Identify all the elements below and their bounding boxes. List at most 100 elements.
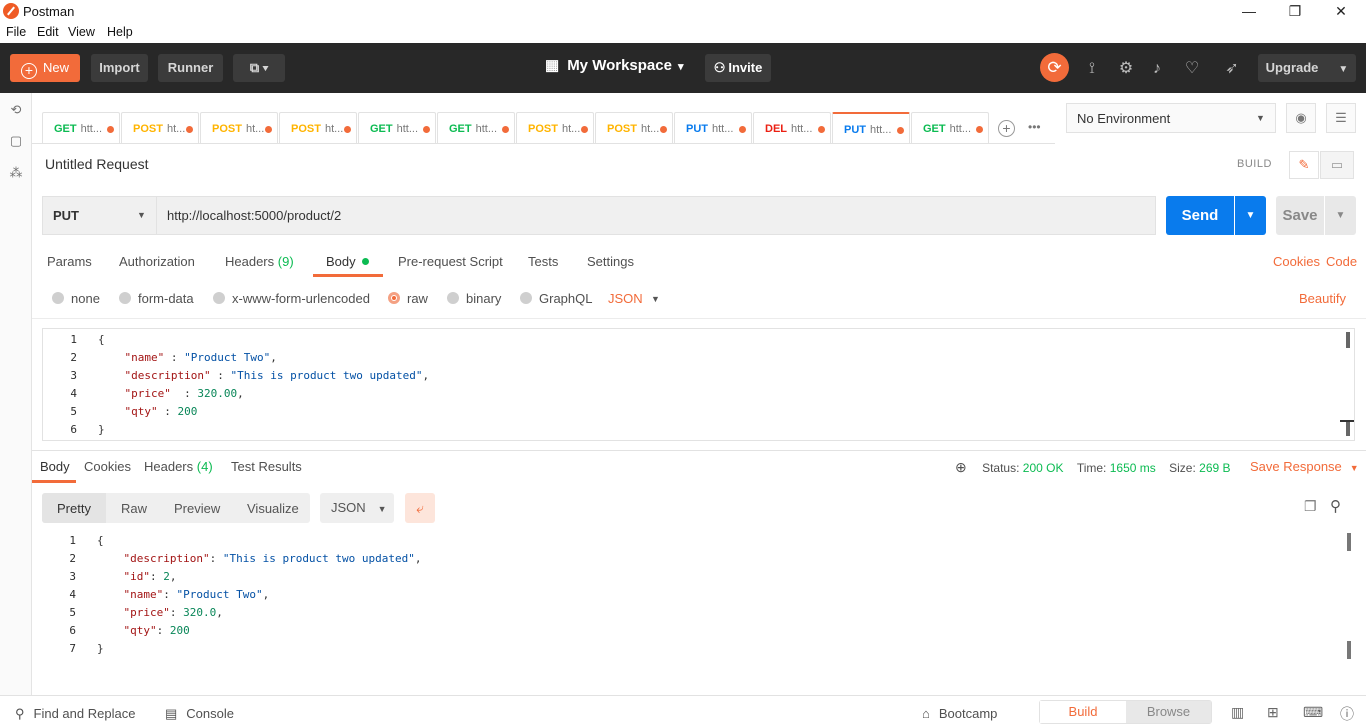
response-divider[interactable]: [32, 450, 1366, 451]
request-tab[interactable]: POST ht...: [279, 112, 357, 144]
beautify-link[interactable]: Beautify: [1299, 291, 1346, 306]
new-window-button[interactable]: ⧉ ▾: [233, 54, 285, 82]
line-number: 3: [70, 369, 77, 382]
tab-body[interactable]: Body: [326, 254, 369, 269]
split-view-icon[interactable]: ⊞: [1267, 704, 1279, 721]
tab-headers[interactable]: Headers (9): [225, 254, 294, 269]
invite-button[interactable]: ⚇ Invite: [705, 54, 771, 82]
status-bar: ⚲ Find and Replace ▤ Console ⌂ Bootcamp Bui…: [0, 695, 1366, 728]
response-type-select[interactable]: JSON ▼: [320, 493, 394, 523]
scrollbar[interactable]: [1346, 332, 1350, 348]
send-dropdown-icon[interactable]: ▼: [1235, 196, 1266, 235]
sync-icon[interactable]: ⟳: [1040, 53, 1069, 82]
add-tab-icon[interactable]: +: [998, 120, 1015, 137]
bell-icon[interactable]: ♪: [1146, 58, 1168, 80]
request-tab[interactable]: PUT htt...: [832, 112, 910, 144]
pencil-icon[interactable]: ✎: [1289, 151, 1319, 179]
menu-help[interactable]: Help: [107, 25, 133, 39]
wrap-lines-icon[interactable]: ⤶: [405, 493, 435, 523]
format-pretty-button[interactable]: Pretty: [57, 501, 91, 516]
maximize-button[interactable]: ❐: [1272, 0, 1318, 23]
two-pane-icon[interactable]: ▥: [1231, 704, 1244, 721]
close-button[interactable]: ✕: [1318, 0, 1364, 23]
request-tab[interactable]: GET htt...: [911, 112, 989, 144]
tab-settings[interactable]: Settings: [587, 254, 634, 269]
rocket-icon[interactable]: ➶: [1221, 58, 1243, 80]
history-icon[interactable]: ⟲: [7, 101, 25, 119]
response-tab-body[interactable]: Body: [40, 459, 70, 474]
more-tabs-icon[interactable]: •••: [1028, 120, 1041, 134]
code-link[interactable]: Code: [1326, 254, 1357, 269]
response-tab-headers[interactable]: Headers (4): [144, 459, 213, 474]
radio-none[interactable]: none: [52, 291, 100, 306]
tab-label: ht...: [245, 123, 265, 135]
find-replace-button[interactable]: ⚲ Find and Replace: [15, 706, 135, 722]
menu-view[interactable]: View: [68, 25, 95, 39]
request-tab[interactable]: POST ht...: [516, 112, 594, 144]
build-toggle-button[interactable]: Build: [1040, 701, 1126, 723]
radio-binary[interactable]: binary: [447, 291, 501, 306]
resize-handle[interactable]: [1340, 420, 1354, 422]
format-visualize-button[interactable]: Visualize: [247, 501, 299, 516]
help-icon[interactable]: ⓘ: [1340, 704, 1354, 724]
response-tab-cookies[interactable]: Cookies: [84, 459, 131, 474]
collections-icon[interactable]: ▢: [7, 132, 25, 150]
radio-graphql[interactable]: GraphQL: [520, 291, 592, 306]
send-button[interactable]: Send: [1166, 196, 1234, 235]
radio-urlencoded[interactable]: x-www-form-urlencoded: [213, 291, 370, 306]
save-button[interactable]: Save: [1276, 196, 1324, 235]
workspace-selector[interactable]: ▦ My Workspace ▾: [545, 56, 683, 74]
sliders-icon[interactable]: ☰: [1326, 103, 1356, 133]
apis-icon[interactable]: ⁂: [7, 164, 25, 182]
request-tab[interactable]: DEL htt...: [753, 112, 831, 144]
save-response-button[interactable]: Save Response ▼: [1250, 459, 1359, 474]
request-tab[interactable]: GET htt...: [42, 112, 120, 144]
url-input[interactable]: http://localhost:5000/product/2: [157, 196, 1156, 235]
scrollbar[interactable]: [1346, 420, 1350, 436]
radio-raw[interactable]: raw: [388, 291, 428, 306]
new-button[interactable]: + New: [10, 54, 80, 82]
menu-file[interactable]: File: [6, 25, 26, 39]
tab-params[interactable]: Params: [47, 254, 92, 269]
browse-toggle-button[interactable]: Browse: [1126, 701, 1211, 723]
cookies-link[interactable]: Cookies: [1273, 254, 1320, 269]
request-tab[interactable]: GET htt...: [437, 112, 515, 144]
import-button[interactable]: Import: [91, 54, 148, 82]
runner-button[interactable]: Runner: [158, 54, 223, 82]
body-type-select[interactable]: JSON: [608, 291, 643, 306]
comment-icon[interactable]: ▭: [1320, 151, 1354, 179]
radio-form-data[interactable]: form-data: [119, 291, 194, 306]
menu-edit[interactable]: Edit: [37, 25, 59, 39]
environment-select[interactable]: No Environment: [1066, 103, 1276, 133]
request-tab[interactable]: POST ht...: [121, 112, 199, 144]
save-response-label: Save Response: [1250, 459, 1342, 474]
request-tab[interactable]: GET htt...: [358, 112, 436, 144]
request-tab[interactable]: PUT htt...: [674, 112, 752, 144]
format-preview-button[interactable]: Preview: [174, 501, 220, 516]
request-body-editor[interactable]: 1{2 "name" : "Product Two", 3 "descriptio…: [42, 328, 1355, 441]
eye-icon[interactable]: ◉: [1286, 103, 1316, 133]
format-raw-button[interactable]: Raw: [121, 501, 147, 516]
tab-authorization[interactable]: Authorization: [119, 254, 195, 269]
heart-icon[interactable]: ♡: [1181, 58, 1203, 80]
upgrade-button[interactable]: Upgrade ▼: [1258, 54, 1356, 82]
tab-label: htt...: [791, 123, 813, 135]
satellite-icon[interactable]: ⟟: [1081, 58, 1103, 80]
response-body-viewer[interactable]: 1{2 "description": "This is product two …: [42, 532, 1352, 660]
minimize-button[interactable]: —: [1226, 0, 1272, 23]
gear-icon[interactable]: ⚙: [1115, 58, 1137, 80]
console-button[interactable]: ▤ Console: [165, 706, 234, 722]
tab-prerequest-script[interactable]: Pre-request Script: [398, 254, 503, 269]
copy-icon[interactable]: ❐: [1304, 498, 1317, 515]
request-tab[interactable]: POST ht...: [595, 112, 673, 144]
save-dropdown-icon[interactable]: ▼: [1325, 196, 1356, 235]
scrollbar[interactable]: [1347, 641, 1351, 659]
keyboard-icon[interactable]: ⌨: [1303, 704, 1323, 721]
response-tab-test-results[interactable]: Test Results: [231, 459, 302, 474]
scrollbar[interactable]: [1347, 533, 1351, 551]
bootcamp-button[interactable]: ⌂ Bootcamp: [922, 706, 997, 721]
unsaved-dot: [186, 126, 193, 133]
search-icon[interactable]: ⚲: [1330, 497, 1341, 515]
tab-tests[interactable]: Tests: [528, 254, 558, 269]
request-tab[interactable]: POST ht...: [200, 112, 278, 144]
